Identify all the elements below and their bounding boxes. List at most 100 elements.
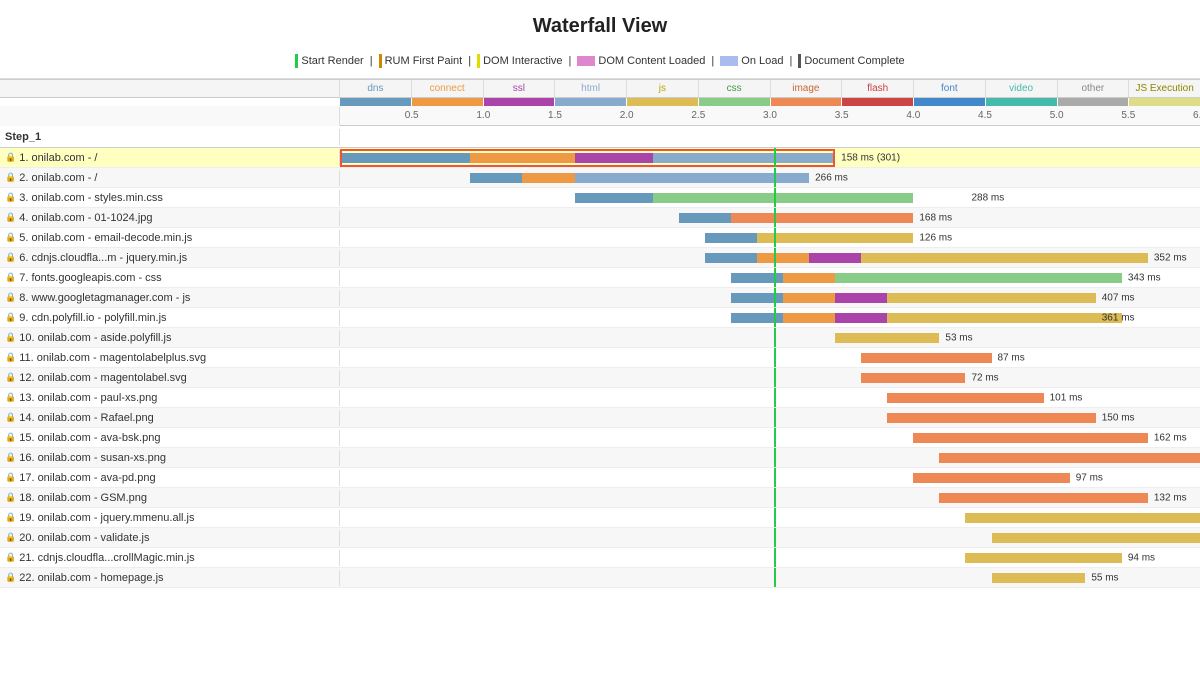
bar-segment [575,153,653,163]
vline [774,488,776,507]
bar-segment [992,573,1086,583]
table-row[interactable]: 🔒14. onilab.com - Rafael.png150 ms [0,408,1200,428]
row-chart-cell: 176 ms [340,528,1200,547]
chart-area: 0.51.01.52.02.53.03.54.04.55.05.56.0 Ste… [0,106,1200,588]
col-ssl: ssl [484,80,556,97]
table-row[interactable]: 🔒17. onilab.com - ava-pd.png97 ms [0,468,1200,488]
table-row[interactable]: 🔒20. onilab.com - validate.js176 ms [0,528,1200,548]
row-name-text: 8. www.googletagmanager.com - js [19,292,190,304]
row-name-text: 11. onilab.com - magentolabelplus.svg [19,352,206,364]
legend-rum-first-paint: RUM First Paint [379,54,463,68]
scale-row: 0.51.01.52.02.53.03.54.04.55.05.56.0 [0,106,1200,126]
ssl-color-band [484,98,556,106]
legend-on-load: On Load [720,55,783,67]
col-connect: connect [412,80,484,97]
table-row[interactable]: 🔒4. onilab.com - 01-1024.jpg168 ms [0,208,1200,228]
row-name-text: 22. onilab.com - homepage.js [19,572,163,584]
lock-icon: 🔒 [5,352,16,363]
row-name-text: 10. onilab.com - aside.polyfill.js [19,332,171,344]
table-row[interactable]: 🔒2. onilab.com - /266 ms [0,168,1200,188]
bar-segment [913,473,1069,483]
step-label: Step_1 [0,129,340,145]
col-flash: flash [842,80,914,97]
bar-segment [887,313,1122,323]
table-row[interactable]: 🔒11. onilab.com - magentolabelplus.svg87… [0,348,1200,368]
scale-label-3.0: 3.0 [763,110,777,121]
table-row[interactable]: 🔒9. cdn.polyfill.io - polyfill.min.js361… [0,308,1200,328]
row-chart-cell: 158 ms (301) [340,148,1200,167]
bar-label: 266 ms [812,172,848,183]
legend-dom-interactive: DOM Interactive [477,54,562,68]
table-row[interactable]: 🔒13. onilab.com - paul-xs.png101 ms [0,388,1200,408]
row-chart-cell: 361 ms [340,308,1200,327]
table-row[interactable]: 🔒16. onilab.com - susan-xs.png171 ms [0,448,1200,468]
scale-label-4.5: 4.5 [978,110,992,121]
bar-segment [965,553,1121,563]
row-name-cell: 🔒12. onilab.com - magentolabel.svg [0,370,340,386]
bar-segment [861,253,1148,263]
bar-label: 53 ms [942,332,972,343]
lock-icon: 🔒 [5,412,16,423]
table-row[interactable]: 🔒10. onilab.com - aside.polyfill.js 53 ms [0,328,1200,348]
bar-label: 94 ms [1125,552,1155,563]
lock-icon: 🔒 [5,452,16,463]
row-name-cell: 🔒11. onilab.com - magentolabelplus.svg [0,350,340,366]
table-row[interactable]: 🔒15. onilab.com - ava-bsk.png162 ms [0,428,1200,448]
row-name-cell: 🔒6. cdnjs.cloudfla...m - jquery.min.js [0,250,340,266]
rum-first-paint-label: RUM First Paint [385,55,463,67]
row-name-cell: 🔒13. onilab.com - paul-xs.png [0,390,340,406]
table-row[interactable]: 🔒21. cdnjs.cloudfla...crollMagic.min.js9… [0,548,1200,568]
step-chart [340,126,1200,147]
table-row[interactable]: 🔒5. onilab.com - email-decode.min.js126 … [0,228,1200,248]
table-row[interactable]: 🔒3. onilab.com - styles.min.css288 ms [0,188,1200,208]
row-name-cell: 🔒22. onilab.com - homepage.js [0,570,340,586]
bar-segment [653,153,835,163]
row-name-text: 9. cdn.polyfill.io - polyfill.min.js [19,312,166,324]
lock-icon: 🔒 [5,332,16,343]
row-chart-cell: 168 ms [340,208,1200,227]
lock-icon: 🔒 [5,292,16,303]
table-row[interactable]: 🔒1. onilab.com - /158 ms (301) [0,148,1200,168]
row-chart-cell: 225 ms [340,508,1200,527]
row-chart-cell: 94 ms [340,548,1200,567]
bar-segment [835,313,887,323]
table-row[interactable]: 🔒18. onilab.com - GSM.png132 ms [0,488,1200,508]
row-name-cell: 🔒19. onilab.com - jquery.mmenu.all.js [0,510,340,526]
table-row[interactable]: 🔒6. cdnjs.cloudfla...m - jquery.min.js35… [0,248,1200,268]
row-name-text: 1. onilab.com - / [19,152,97,164]
css-color-band [699,98,771,106]
table-row[interactable]: 🔒7. fonts.googleapis.com - css 343 ms [0,268,1200,288]
js-color-band [627,98,699,106]
legend-document-complete: Document Complete [798,54,904,68]
row-chart-cell: 343 ms [340,268,1200,287]
table-row[interactable]: 🔒22. onilab.com - homepage.js55 ms [0,568,1200,588]
other-color-band [1058,98,1130,106]
scale-label-1.5: 1.5 [548,110,562,121]
table-row[interactable]: 🔒12. onilab.com - magentolabel.svg72 ms [0,368,1200,388]
bar-segment [653,193,914,203]
step-row: Step_1 [0,126,1200,148]
bar-label: 97 ms [1073,472,1103,483]
row-name-cell: 🔒10. onilab.com - aside.polyfill.js [0,330,340,346]
bar-segment [913,433,1148,443]
lock-icon: 🔒 [5,232,16,243]
table-row[interactable]: 🔒19. onilab.com - jquery.mmenu.all.js225… [0,508,1200,528]
row-name-text: 7. fonts.googleapis.com - css [19,272,161,284]
lock-icon: 🔒 [5,272,16,283]
lock-icon: 🔒 [5,372,16,383]
video-color-band [986,98,1058,106]
row-name-text: 3. onilab.com - styles.min.css [19,192,163,204]
row-name-text: 5. onilab.com - email-decode.min.js [19,232,192,244]
waterfall-container: dns connect ssl html js css image flash … [0,79,1200,588]
lock-icon: 🔒 [5,532,16,543]
bar-label: 158 ms (301) [838,152,900,163]
on-load-label: On Load [741,55,783,67]
vline [774,448,776,467]
bar-segment [939,493,1147,503]
dom-interactive-label: DOM Interactive [483,55,562,67]
lock-icon: 🔒 [5,192,16,203]
table-row[interactable]: 🔒8. www.googletagmanager.com - js 407 ms [0,288,1200,308]
row-chart-cell: 132 ms [340,488,1200,507]
col-image: image [771,80,843,97]
row-chart-cell: 407 ms [340,288,1200,307]
